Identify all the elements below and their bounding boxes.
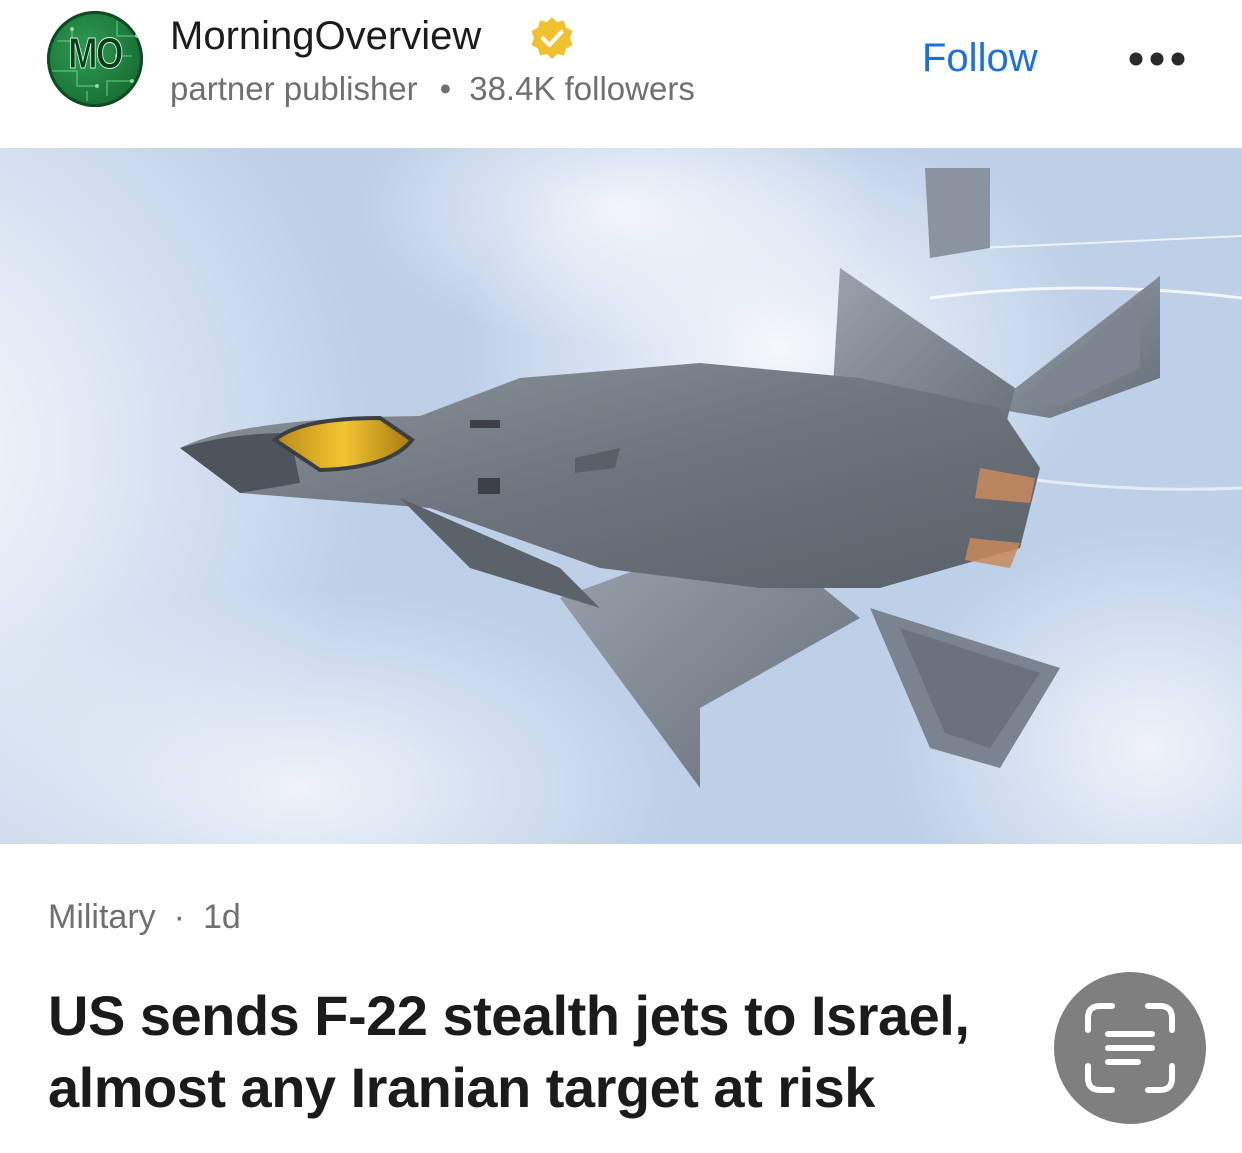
- verified-badge-icon: [531, 17, 573, 59]
- article-meta: Military · 1d: [48, 898, 241, 937]
- avatar-initials: MO: [68, 29, 124, 79]
- followers-count: 38.4K followers: [469, 70, 695, 107]
- publisher-role: partner publisher: [170, 70, 418, 107]
- headline-line-1: US sends F-22 stealth jets to Israel,: [48, 984, 970, 1047]
- article-headline[interactable]: US sends F-22 stealth jets to Israel, al…: [48, 980, 1178, 1124]
- follow-button[interactable]: Follow: [922, 36, 1038, 81]
- headline-line-2: almost any Iranian target at risk: [48, 1056, 875, 1119]
- more-dots-icon[interactable]: [1124, 46, 1190, 72]
- article-category[interactable]: Military: [48, 898, 156, 936]
- publisher-meta: partner publisher • 38.4K followers: [170, 70, 695, 108]
- publisher-name[interactable]: MorningOverview: [170, 14, 481, 59]
- meta-separator: ·: [173, 898, 185, 936]
- text-scan-icon: [1085, 1003, 1175, 1093]
- text-scan-button[interactable]: [1054, 972, 1206, 1124]
- fighter-jet-image: [0, 148, 1242, 844]
- meta-separator: •: [439, 70, 452, 107]
- publisher-avatar[interactable]: MO: [47, 11, 143, 107]
- article-age: 1d: [203, 898, 241, 936]
- article-hero-image[interactable]: [0, 148, 1242, 844]
- publisher-header: MO MorningOverview partner publisher • 38.…: [0, 0, 1242, 148]
